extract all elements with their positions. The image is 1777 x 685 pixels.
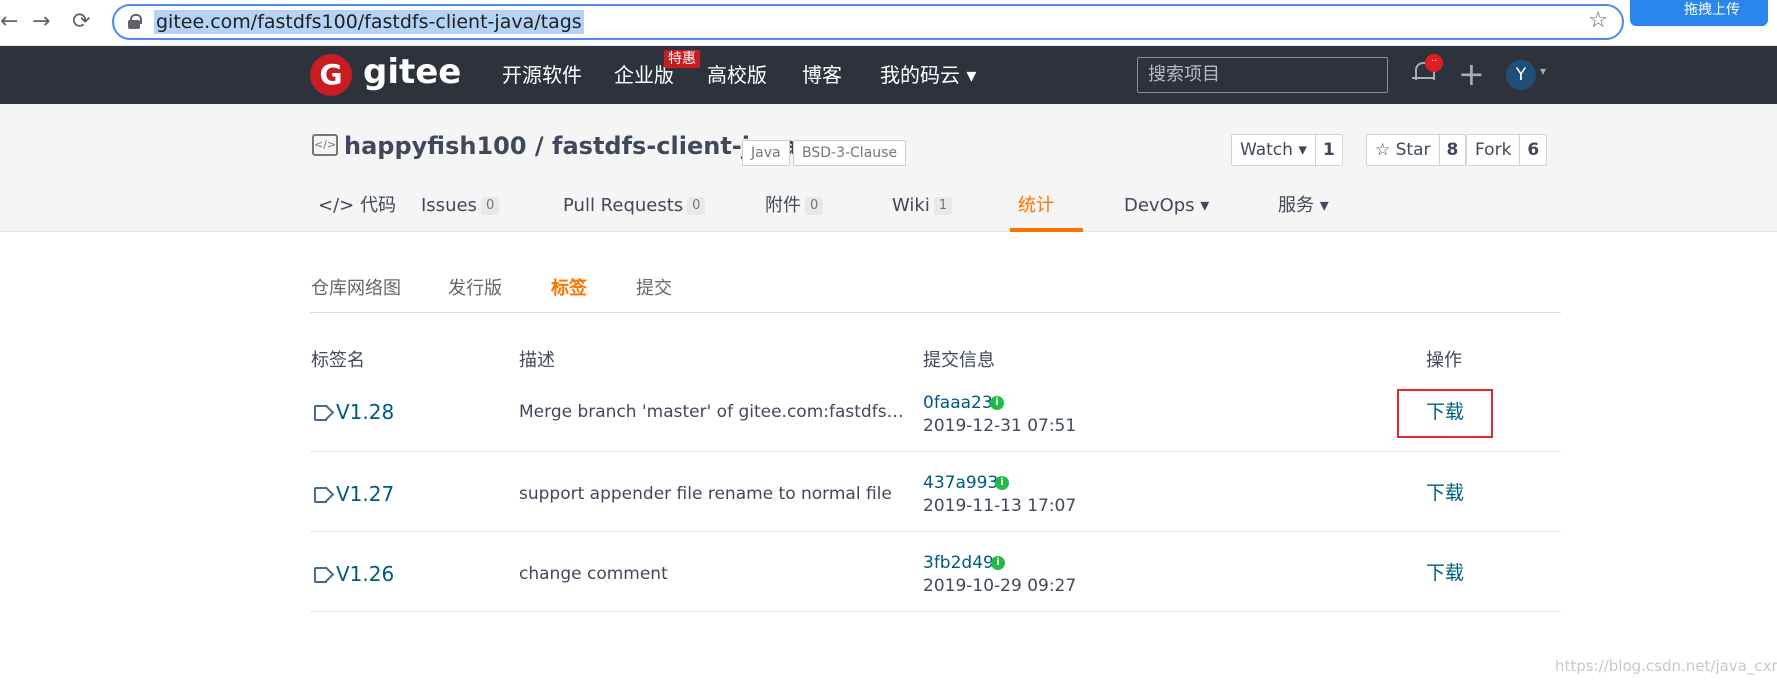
subnav-divider [310,312,1561,313]
menu-open-source[interactable]: 开源软件 [502,62,582,88]
fork-button[interactable]: Fork 6 [1466,134,1548,166]
subnav-commits[interactable]: 提交 [636,276,672,302]
commit-date: 2019-12-31 07:51 [923,416,1077,436]
tab-devops[interactable]: DevOps ▾ [1124,194,1209,218]
avatar-caret-icon[interactable]: ▾ [1540,64,1546,78]
tag-description: change comment [519,564,668,584]
header-tag-name: 标签名 [311,350,365,371]
star-count[interactable]: 8 [1440,135,1466,165]
site-header: gitee 开源软件 企业版 特惠 高校版 博客 我的码云 ▾ 搜索项目 ·· … [0,46,1777,104]
tab-pr-count: 0 [687,197,706,215]
tab-wiki[interactable]: Wiki 1 [892,194,953,218]
tab-services[interactable]: 服务 ▾ [1278,194,1329,218]
tab-attachments-count: 0 [805,197,824,215]
tag-name-link[interactable]: V1.27 [336,481,394,507]
promo-badge: 特惠 [664,50,700,68]
watch-label[interactable]: Watch ▾ [1232,135,1316,165]
table-row: V1.26 change comment 3fb2d49 i 2019-10-2… [310,532,1561,612]
tag-name-link[interactable]: V1.28 [336,399,394,425]
tag-name-link[interactable]: V1.26 [336,561,394,587]
language-label[interactable]: Java [742,140,790,166]
lock-icon [128,14,142,29]
tab-wiki-count: 1 [933,197,953,215]
verified-icon: i [995,476,1009,490]
fork-label[interactable]: Fork [1467,135,1521,165]
tab-attachments[interactable]: 附件 0 [765,194,824,218]
header-description: 描述 [519,350,555,371]
repo-title[interactable]: happyfish100 / fastdfs-client-java [344,130,798,162]
download-link[interactable]: 下载 [1426,561,1464,585]
watch-button[interactable]: Watch ▾ 1 [1231,134,1343,166]
tab-attachments-label: 附件 [765,195,801,216]
commit-date: 2019-10-29 09:27 [923,576,1077,596]
menu-blog[interactable]: 博客 [802,62,842,88]
active-tab-underline [1010,228,1083,232]
tab-statistics[interactable]: 统计 [1018,194,1054,218]
table-row: V1.27 support appender file rename to no… [310,452,1561,532]
url-text[interactable]: gitee.com/fastdfs100/fastdfs-client-java… [154,10,584,34]
gitee-logo-text[interactable]: gitee [363,50,461,94]
tab-pr-label: Pull Requests [563,195,684,216]
tag-icon [314,567,330,583]
subnav-tags[interactable]: 标签 [551,276,587,302]
gitee-logo-icon[interactable] [310,54,352,96]
forward-button[interactable]: → [32,8,50,36]
fork-count[interactable]: 6 [1520,135,1546,165]
search-input[interactable]: 搜索项目 [1137,57,1388,93]
tab-wiki-label: Wiki [892,195,930,216]
annotation-highlight-box [1397,389,1493,438]
tab-pull-requests[interactable]: Pull Requests 0 [563,194,706,218]
browser-toolbar: ← → ⟳ gitee.com/fastdfs100/fastdfs-clien… [0,0,1777,46]
star-label[interactable]: ☆ Star [1367,135,1440,165]
commit-date: 2019-11-13 17:07 [923,496,1077,516]
tag-icon [314,487,330,503]
table-row: V1.28 Merge branch 'master' of gitee.com… [310,372,1561,452]
tab-issues-label: Issues [421,195,477,216]
bookmark-star-icon[interactable]: ☆ [1588,8,1608,33]
header-commit-info: 提交信息 [923,350,995,371]
watch-count[interactable]: 1 [1316,135,1342,165]
upload-extension[interactable]: 拖拽上传 [1630,0,1768,26]
reload-button[interactable]: ⟳ [72,8,90,36]
verified-icon: i [990,396,1004,410]
tag-icon [314,405,330,421]
notification-badge: ·· [1425,54,1443,72]
header-actions: 操作 [1426,350,1462,371]
repo-header: </> happyfish100 / fastdfs-client-java J… [0,104,1777,232]
subnav-releases[interactable]: 发行版 [448,276,502,302]
tab-issues[interactable]: Issues 0 [421,194,500,218]
tag-description: Merge branch 'master' of gitee.com:fastd… [519,402,909,422]
commit-sha-link[interactable]: 0faaa23 [923,392,993,414]
back-button[interactable]: ← [0,8,18,36]
repo-code-icon: </> [312,134,338,156]
watermark: https://blog.csdn.net/java_cxrs [1555,657,1777,675]
tab-code[interactable]: </> 代码 [318,194,396,218]
star-button[interactable]: ☆ Star 8 [1366,134,1467,166]
menu-education[interactable]: 高校版 [707,62,767,88]
user-avatar[interactable]: Y [1506,60,1536,90]
download-link[interactable]: 下载 [1426,481,1464,505]
menu-my-gitee[interactable]: 我的码云 ▾ [880,62,976,88]
address-bar[interactable]: gitee.com/fastdfs100/fastdfs-client-java… [112,4,1624,40]
license-label[interactable]: BSD-3-Clause [793,140,907,166]
tab-issues-count: 0 [480,197,500,215]
verified-icon: i [991,556,1005,570]
tag-description: support appender file rename to normal f… [519,484,892,504]
create-plus-icon[interactable]: + [1458,54,1485,94]
commit-sha-link[interactable]: 437a993 [923,472,998,494]
commit-sha-link[interactable]: 3fb2d49 [923,552,994,574]
subnav-network-graph[interactable]: 仓库网络图 [311,276,401,302]
